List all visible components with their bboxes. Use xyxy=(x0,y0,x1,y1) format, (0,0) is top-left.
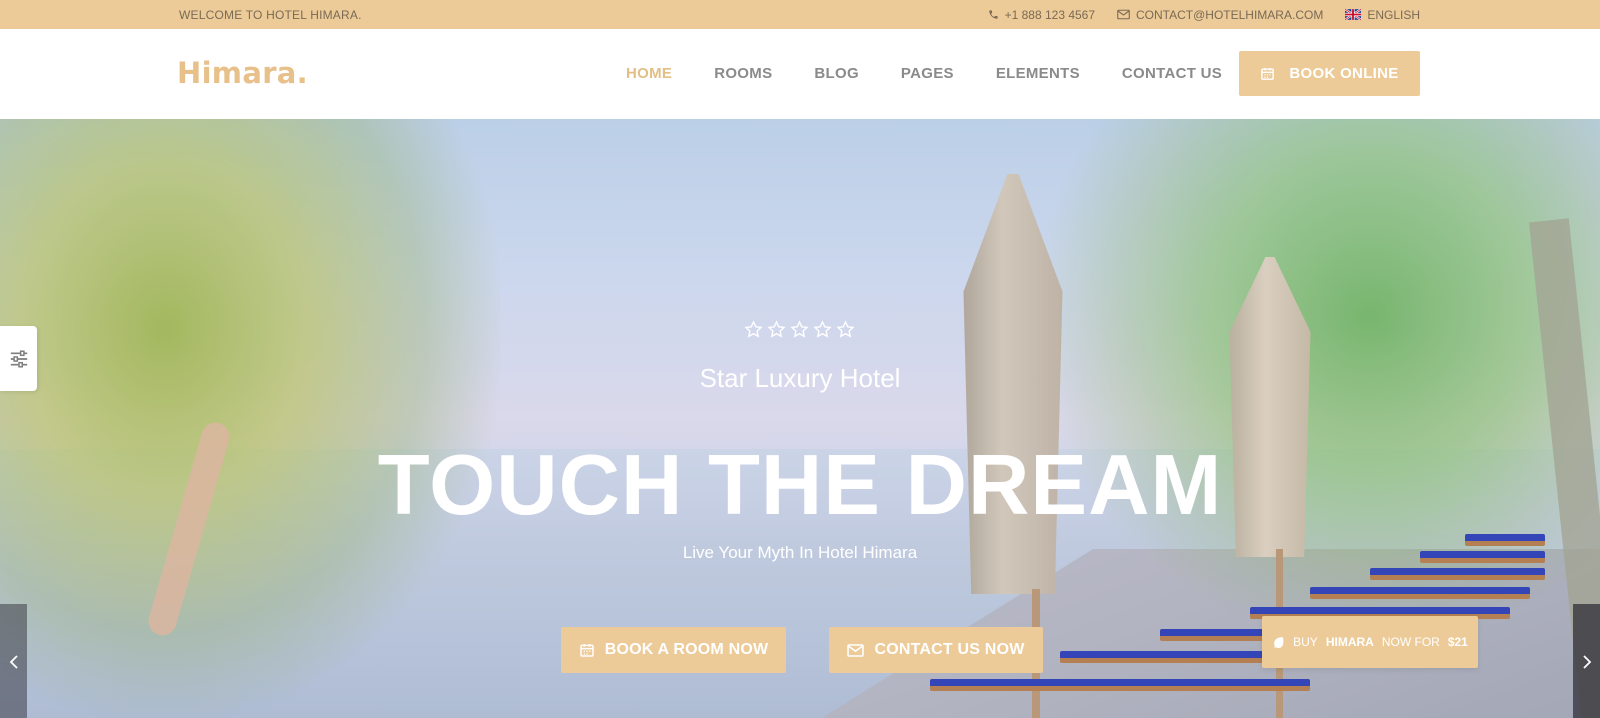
main-header: Himara. HOME ROOMS BLOG PAGES ELEMENTS C… xyxy=(0,29,1600,119)
language-selector[interactable]: ENGLISH xyxy=(1345,8,1420,22)
nav-contact-us[interactable]: CONTACT US xyxy=(1122,65,1222,82)
hero-tagline: Live Your Myth In Hotel Himara xyxy=(682,543,918,562)
phone-icon xyxy=(988,10,998,19)
nav-home[interactable]: HOME xyxy=(626,65,672,82)
calendar-icon xyxy=(579,644,594,657)
slider-next-button[interactable] xyxy=(1573,604,1600,718)
logo[interactable]: Himara. xyxy=(177,56,308,90)
sliders-icon xyxy=(10,349,27,368)
star-icon xyxy=(767,320,786,338)
nav-elements[interactable]: ELEMENTS xyxy=(996,65,1080,82)
chevron-left-icon xyxy=(9,654,18,669)
settings-panel-toggle[interactable] xyxy=(0,326,37,391)
contact-us-button[interactable]: CONTACT US NOW xyxy=(829,627,1043,673)
book-online-button[interactable]: BOOK ONLINE xyxy=(1239,51,1420,96)
slider-prev-button[interactable] xyxy=(0,604,27,718)
star-icon xyxy=(813,320,832,338)
book-room-label: BOOK A ROOM NOW xyxy=(604,641,769,658)
book-online-label: BOOK ONLINE xyxy=(1289,65,1399,82)
calendar-icon xyxy=(1261,67,1275,80)
buy-prefix: BUY xyxy=(1293,635,1318,649)
phone-number: +1 888 123 4567 xyxy=(1004,7,1096,22)
contact-us-label: CONTACT US NOW xyxy=(874,641,1025,658)
phone-contact[interactable]: +1 888 123 4567 xyxy=(988,8,1095,22)
buy-theme-button[interactable]: BUY HIMARA NOW FOR $21 xyxy=(1262,616,1478,668)
nav-rooms[interactable]: ROOMS xyxy=(714,65,772,82)
star-icon xyxy=(836,320,855,338)
book-room-button[interactable]: BOOK A ROOM NOW xyxy=(561,627,786,673)
star-icon xyxy=(744,320,763,338)
email-address: CONTACT@HOTELHIMARA.COM xyxy=(1136,7,1324,22)
nav-pages[interactable]: PAGES xyxy=(901,65,954,82)
welcome-text: WELCOME TO HOTEL HIMARA. xyxy=(179,8,362,22)
chevron-right-icon xyxy=(1582,654,1591,669)
envelope-icon xyxy=(847,643,865,657)
star-icon xyxy=(790,320,809,338)
top-bar: WELCOME TO HOTEL HIMARA. +1 888 123 4567… xyxy=(0,0,1600,29)
uk-flag-icon xyxy=(1345,9,1362,20)
buy-middle: NOW FOR xyxy=(1381,635,1440,649)
star-rating xyxy=(744,320,855,339)
nav-blog[interactable]: BLOG xyxy=(814,65,859,82)
leaf-icon xyxy=(1274,637,1284,648)
hero-subtitle: Star Luxury Hotel xyxy=(699,363,901,393)
buy-brand: HIMARA xyxy=(1325,635,1374,649)
envelope-icon xyxy=(1117,9,1130,20)
hero-slider: Star Luxury Hotel TOUCH THE DREAM Live Y… xyxy=(0,119,1600,718)
language-label: ENGLISH xyxy=(1367,7,1420,22)
email-contact[interactable]: CONTACT@HOTELHIMARA.COM xyxy=(1117,8,1323,22)
top-bar-contacts: +1 888 123 4567 CONTACT@HOTELHIMARA.COM … xyxy=(988,0,1420,29)
buy-price: $21 xyxy=(1447,635,1468,649)
main-nav: HOME ROOMS BLOG PAGES ELEMENTS CONTACT U… xyxy=(626,65,1264,82)
hero-headline: TOUCH THE DREAM xyxy=(377,438,1223,533)
